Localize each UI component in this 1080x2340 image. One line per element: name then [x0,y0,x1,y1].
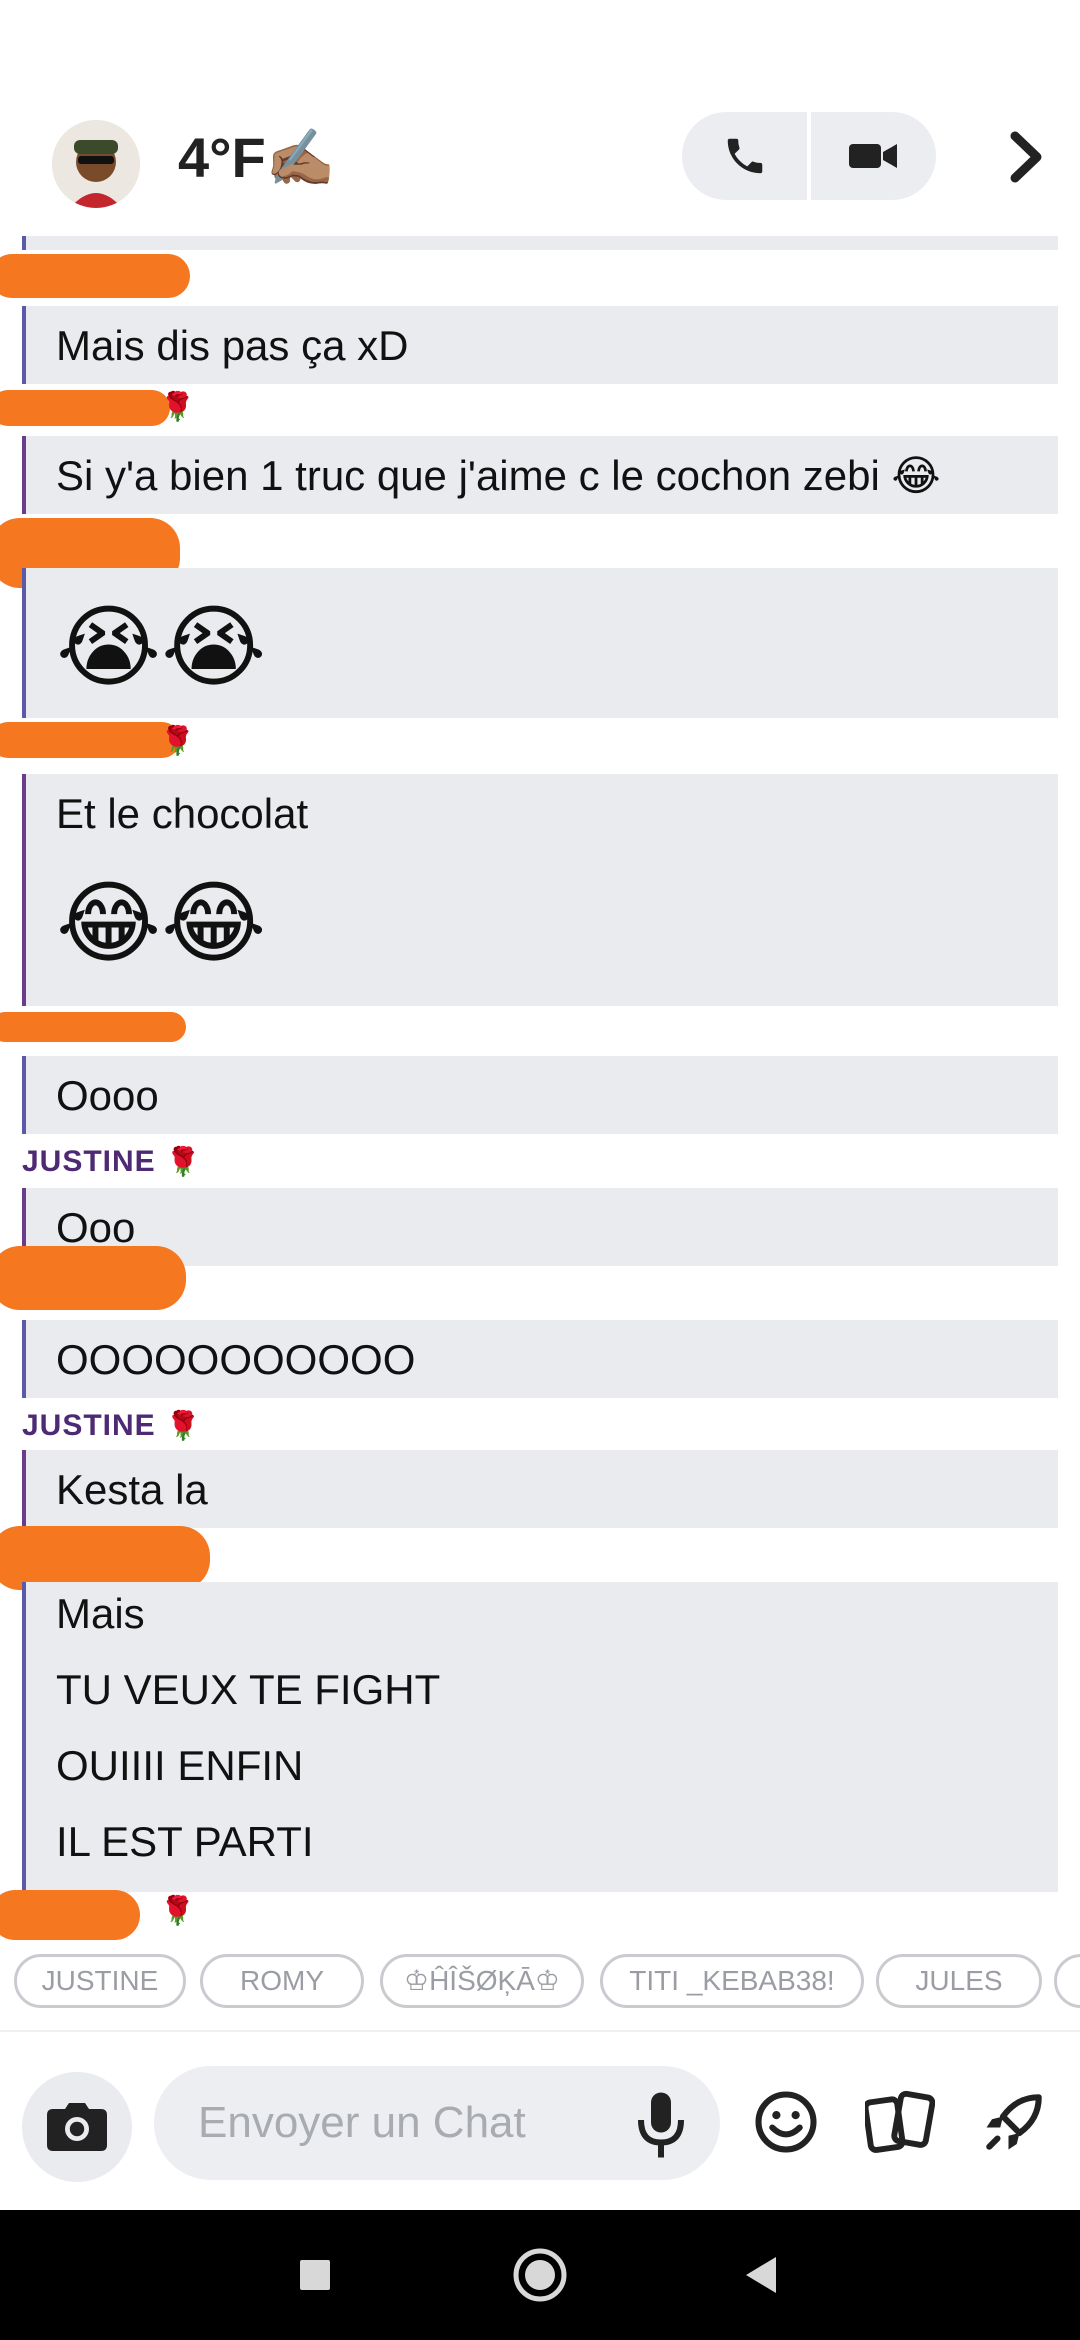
message-text: Si y'a bien 1 truc que j'aime c le cocho… [56,452,941,499]
redacted-name [0,1246,186,1310]
message-bubble[interactable]: Mais dis pas ça xD [22,306,1058,384]
camera-icon[interactable] [22,2072,132,2182]
mention-suggestions: JUSTINE ROMY ♔ĤÎŠØĶĀ♔ TITI _KEBAB38! JUL… [0,1950,1080,2016]
redacted-name [0,390,170,426]
triangle-back-icon[interactable] [726,2240,796,2310]
redacted-name [0,1890,140,1940]
message-bubble[interactable]: Oooo [22,1056,1058,1134]
square-icon[interactable] [280,2240,350,2310]
message-bubble[interactable]: Et le chocolat 😂😂 [22,774,1058,1006]
redacted-name [0,722,180,758]
system-navigation-bar [0,2210,1080,2340]
message-bubble-partial [22,236,1058,250]
circle-icon[interactable] [505,2240,575,2310]
call-controls [682,112,936,200]
message-emoji: 😂😂 [56,874,267,974]
chat-messages[interactable]: Mais dis pas ça xD 🌹 Si y'a bien 1 truc … [0,236,1080,1946]
phone-icon[interactable] [682,112,808,200]
message-text: Et le chocolat [56,790,309,837]
rocket-icon[interactable] [976,2084,1052,2160]
sender-name-justine: JUSTINE 🌹 [22,1406,202,1446]
redacted-name [0,254,190,298]
message-bubble[interactable]: Kesta la [22,1450,1058,1528]
message-text: Oooo [56,1072,159,1119]
message-line: Mais [56,1590,145,1637]
redacted-name [0,1012,186,1042]
chat-composer [0,2030,1080,2210]
rose-icon: 🌹 [160,1895,195,1926]
message-bubble[interactable]: 😭😭 [22,568,1058,718]
chevron-right-icon[interactable] [996,122,1056,192]
sender-label: JUSTINE [22,1409,156,1442]
rose-icon: 🌹 [165,1410,202,1441]
microphone-icon[interactable] [636,2090,686,2160]
message-text: Kesta la [56,1466,208,1513]
message-text: OOOOOOOOOOO [56,1336,416,1383]
rose-icon: 🌹 [165,1146,202,1177]
message-emoji: 😭😭 [56,598,267,698]
message-line: TU VEUX TE FIGHT [56,1666,441,1713]
rose-icon: 🌹 [160,725,195,756]
video-camera-icon[interactable] [810,112,936,200]
smiley-icon[interactable] [748,2084,824,2160]
chat-header: 4°F✍🏽 [0,0,1080,236]
bitmoji-avatar-icon[interactable] [52,120,140,208]
sender-name-justine: JUSTINE 🌹 [22,1142,202,1182]
mention-chip[interactable]: JUSTINE [14,1954,186,2008]
cards-icon[interactable] [862,2084,938,2160]
mention-chip[interactable]: ♔ĤÎŠØĶĀ♔ [380,1954,584,2008]
mention-chip[interactable]: ROMY [200,1954,364,2008]
chat-title[interactable]: 4°F✍🏽 [178,118,335,198]
message-bubble[interactable]: Mais TU VEUX TE FIGHT OUIIII ENFIN IL ES… [22,1582,1058,1892]
message-text: Mais dis pas ça xD [56,322,409,369]
message-bubble[interactable]: OOOOOOOOOOO [22,1320,1058,1398]
mention-chip-partial[interactable] [1054,1954,1080,2008]
mention-chip[interactable]: TITI _KEBAB38! [600,1954,864,2008]
message-line: IL EST PARTI [56,1818,314,1865]
mention-chip[interactable]: JULES [876,1954,1042,2008]
message-line: OUIIII ENFIN [56,1742,304,1789]
rose-icon: 🌹 [160,391,195,422]
sender-label: JUSTINE [22,1145,156,1178]
message-bubble[interactable]: Si y'a bien 1 truc que j'aime c le cocho… [22,436,1058,514]
